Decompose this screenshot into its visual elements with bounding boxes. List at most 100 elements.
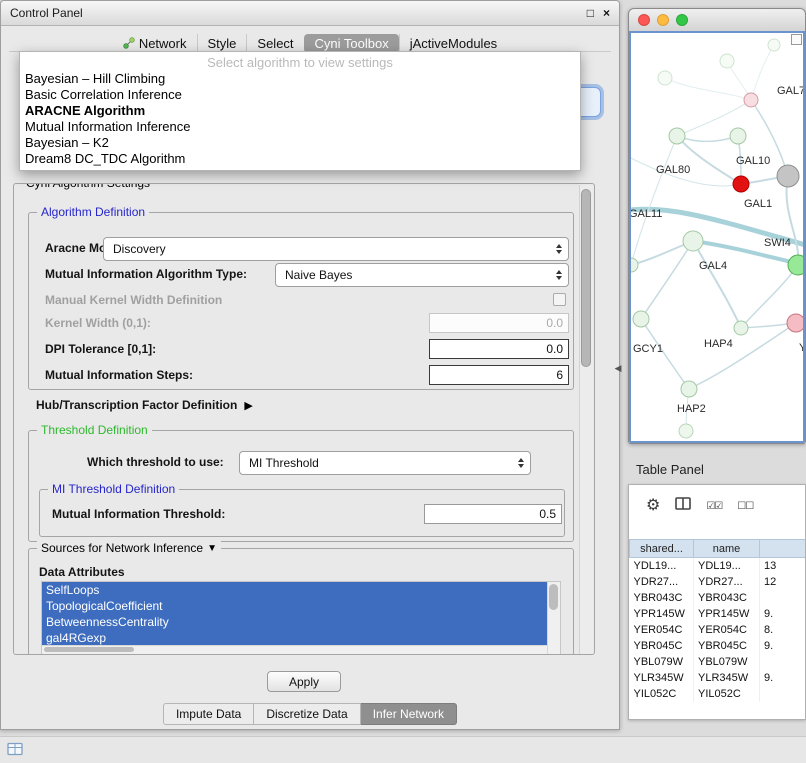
network-node[interactable] — [681, 381, 697, 397]
table-row[interactable]: YLR345WYLR345W9. — [630, 670, 806, 686]
table-cell[interactable]: 13 — [760, 558, 806, 575]
network-node[interactable] — [787, 314, 805, 332]
column-header-shared[interactable]: shared... — [630, 540, 694, 558]
table-row[interactable]: YDR27...YDR27...12 — [630, 574, 806, 590]
table-cell[interactable]: 9. — [760, 606, 806, 622]
algorithm-option-dream8-dc-tdc-algorithm[interactable]: Dream8 DC_TDC Algorithm — [20, 151, 580, 167]
tab-select[interactable]: Select — [246, 34, 303, 53]
network-node[interactable] — [658, 71, 672, 85]
network-node[interactable] — [633, 311, 649, 327]
network-node[interactable] — [744, 93, 758, 107]
network-node[interactable] — [733, 176, 749, 192]
attribute-item-gal4rgexp[interactable]: gal4RGexp — [42, 630, 547, 646]
table-cell[interactable]: YER054C — [694, 622, 760, 638]
close-traffic-light[interactable] — [638, 14, 650, 26]
attribute-item-selfloops[interactable]: SelfLoops — [42, 582, 547, 598]
table-panel-toggle-icon[interactable] — [7, 742, 23, 761]
network-window-titlebar[interactable] — [629, 9, 805, 32]
network-node[interactable] — [777, 165, 799, 187]
network-node[interactable] — [734, 321, 748, 335]
network-node[interactable] — [631, 258, 638, 272]
table-cell[interactable] — [760, 654, 806, 670]
bottom-tab-impute-data[interactable]: Impute Data — [163, 703, 254, 725]
aracne-mode-select[interactable]: Discovery — [103, 237, 569, 261]
table-row[interactable]: YBL079WYBL079W — [630, 654, 806, 670]
network-edge[interactable] — [665, 78, 751, 100]
network-node[interactable] — [768, 39, 780, 51]
tab-jactivemodules[interactable]: jActiveModules — [399, 34, 507, 53]
network-node[interactable] — [720, 54, 734, 68]
table-cell[interactable]: YBL079W — [694, 654, 760, 670]
mi-steps-field[interactable]: 6 — [429, 365, 569, 385]
algorithm-option-mutual-information-inference[interactable]: Mutual Information Inference — [20, 119, 580, 135]
network-edge[interactable] — [677, 136, 741, 184]
dpi-tolerance-field[interactable]: 0.0 — [429, 339, 569, 359]
mi-threshold-field[interactable]: 0.5 — [424, 504, 562, 524]
list-hscroll-thumb[interactable] — [44, 647, 134, 652]
table-cell[interactable]: YBR045C — [630, 638, 694, 654]
zoom-traffic-light[interactable] — [676, 14, 688, 26]
table-row[interactable]: YIL052CYIL052C — [630, 686, 806, 702]
table-cell[interactable]: YLR345W — [630, 670, 694, 686]
network-node[interactable] — [683, 231, 703, 251]
list-vertical-scrollbar[interactable] — [547, 582, 560, 654]
table-row[interactable]: YDL19...YDL19...13 — [630, 558, 806, 575]
algorithm-option-basic-correlation-inference[interactable]: Basic Correlation Inference — [20, 87, 580, 103]
table-cell[interactable]: 8. — [760, 622, 806, 638]
tab-cyni-toolbox[interactable]: Cyni Toolbox — [304, 34, 399, 53]
list-horizontal-scrollbar[interactable] — [42, 645, 547, 654]
settings-scrollbar-thumb[interactable] — [581, 189, 591, 367]
sources-group-title[interactable]: Sources for Network Inference ▼ — [37, 541, 221, 555]
birdseye-toggle[interactable] — [791, 34, 802, 45]
mi-type-select[interactable]: Naive Bayes — [275, 263, 569, 287]
gear-icon[interactable]: ⚙ — [646, 498, 660, 514]
manual-kernel-checkbox[interactable] — [553, 293, 566, 306]
table-row[interactable]: YPR145WYPR145W9. — [630, 606, 806, 622]
network-edge[interactable] — [693, 241, 741, 328]
kernel-width-field[interactable]: 0.0 — [429, 313, 569, 333]
control-panel-titlebar[interactable]: Control Panel □ × — [1, 1, 619, 26]
table-row[interactable]: YBR043CYBR043C — [630, 590, 806, 606]
table-cell[interactable]: 12 — [760, 574, 806, 590]
table-cell[interactable]: YPR145W — [694, 606, 760, 622]
panel-collapse-grip[interactable]: ◀ — [612, 360, 624, 376]
network-canvas[interactable]: GAL80GAL10GAL11GAL1SWI4GAL4GCY1HAP4HAP2G… — [629, 31, 805, 443]
column-header-extra[interactable] — [760, 540, 806, 558]
algorithm-option-aracne-algorithm[interactable]: ARACNE Algorithm — [20, 103, 580, 119]
table-cell[interactable]: YDR27... — [694, 574, 760, 590]
float-window-icon[interactable]: □ — [587, 7, 594, 19]
bottom-tab-infer-network[interactable]: Infer Network — [361, 703, 457, 725]
hub-definition-toggle[interactable]: Hub/Transcription Factor Definition ▶ — [36, 398, 253, 412]
column-header-name[interactable]: name — [694, 540, 760, 558]
table-cell[interactable]: YBR045C — [694, 638, 760, 654]
attribute-item-topologicalcoefficient[interactable]: TopologicalCoefficient — [42, 598, 547, 614]
bottom-tab-discretize-data[interactable]: Discretize Data — [254, 703, 360, 725]
table-cell[interactable]: YER054C — [630, 622, 694, 638]
apply-button[interactable]: Apply — [267, 671, 341, 692]
table-row[interactable]: YER054CYER054C8. — [630, 622, 806, 638]
table-cell[interactable]: YDL19... — [694, 558, 760, 575]
table-cell[interactable]: 9. — [760, 670, 806, 686]
data-attributes-list[interactable]: SelfLoopsTopologicalCoefficientBetweenne… — [41, 581, 561, 655]
minimize-traffic-light[interactable] — [657, 14, 669, 26]
table-cell[interactable]: YDL19... — [630, 558, 694, 575]
select-all-columns-icon[interactable]: ☑☑ — [706, 501, 722, 512]
table-cell[interactable]: YBL079W — [630, 654, 694, 670]
close-window-icon[interactable]: × — [603, 7, 610, 19]
network-node[interactable] — [679, 424, 693, 438]
table-cell[interactable]: YDR27... — [630, 574, 694, 590]
network-node[interactable] — [788, 255, 805, 275]
table-cell[interactable]: YLR345W — [694, 670, 760, 686]
tab-style[interactable]: Style — [197, 34, 247, 53]
network-edge[interactable] — [787, 176, 799, 265]
list-vscroll-thumb[interactable] — [549, 584, 558, 610]
network-edge[interactable] — [631, 136, 677, 265]
network-node[interactable] — [730, 128, 746, 144]
table-cell[interactable]: YPR145W — [630, 606, 694, 622]
network-edge[interactable] — [677, 136, 738, 141]
network-node[interactable] — [669, 128, 685, 144]
table-cell[interactable]: YIL052C — [630, 686, 694, 702]
attribute-item-betweennesscentrality[interactable]: BetweennessCentrality — [42, 614, 547, 630]
unselect-all-columns-icon[interactable]: ☐☐ — [737, 501, 753, 512]
algorithm-option-bayesian-hill-climbing[interactable]: Bayesian – Hill Climbing — [20, 71, 580, 87]
